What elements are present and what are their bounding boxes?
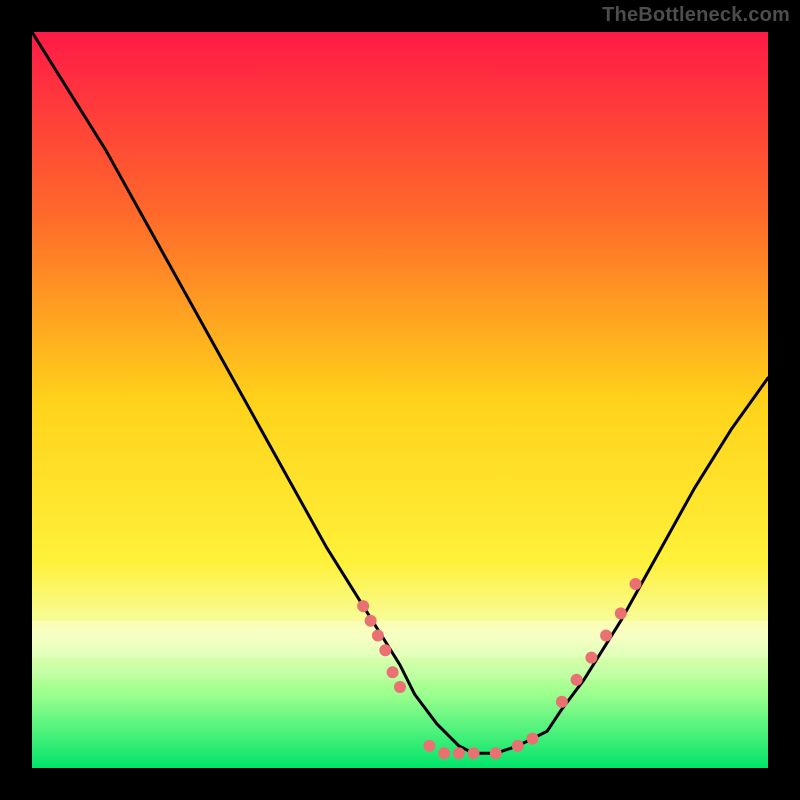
data-point bbox=[357, 600, 369, 612]
data-point bbox=[585, 652, 597, 664]
data-point bbox=[394, 681, 406, 693]
data-point bbox=[372, 630, 384, 642]
chart-container: TheBottleneck.com bbox=[0, 0, 800, 800]
plot-area bbox=[32, 32, 768, 768]
data-point bbox=[630, 578, 642, 590]
data-point bbox=[571, 674, 583, 686]
data-point bbox=[512, 740, 524, 752]
chart-svg bbox=[32, 32, 768, 768]
data-point bbox=[600, 630, 612, 642]
glow-band bbox=[32, 658, 768, 680]
data-point bbox=[438, 747, 450, 759]
data-point bbox=[556, 696, 568, 708]
glow-band bbox=[32, 621, 768, 658]
data-point bbox=[387, 666, 399, 678]
data-point bbox=[365, 615, 377, 627]
data-point bbox=[615, 607, 627, 619]
data-point bbox=[490, 747, 502, 759]
data-point bbox=[468, 747, 480, 759]
data-point bbox=[453, 747, 465, 759]
data-point bbox=[423, 740, 435, 752]
attribution-text: TheBottleneck.com bbox=[602, 4, 790, 27]
data-point bbox=[379, 644, 391, 656]
data-point bbox=[527, 733, 539, 745]
